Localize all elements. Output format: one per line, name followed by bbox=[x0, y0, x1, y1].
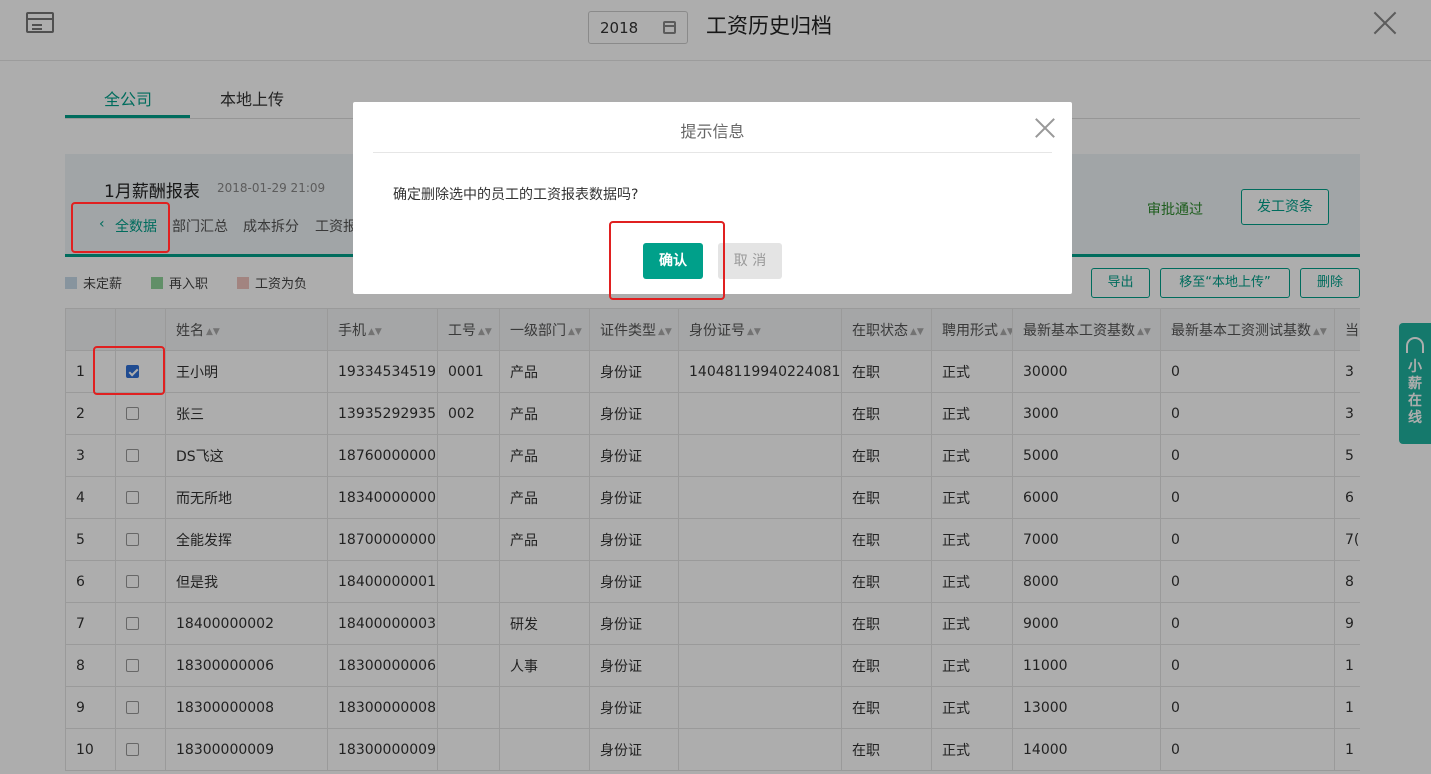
highlight-box bbox=[609, 221, 725, 300]
highlight-box bbox=[71, 202, 170, 253]
dialog-message: 确定删除选中的员工的工资报表数据吗? bbox=[393, 187, 639, 203]
highlight-box bbox=[93, 346, 165, 395]
dialog-close-icon[interactable] bbox=[1034, 117, 1056, 139]
dialog-divider bbox=[373, 152, 1052, 153]
cancel-button[interactable]: 取 消 bbox=[718, 243, 782, 279]
dialog-title: 提示信息 bbox=[680, 122, 745, 141]
